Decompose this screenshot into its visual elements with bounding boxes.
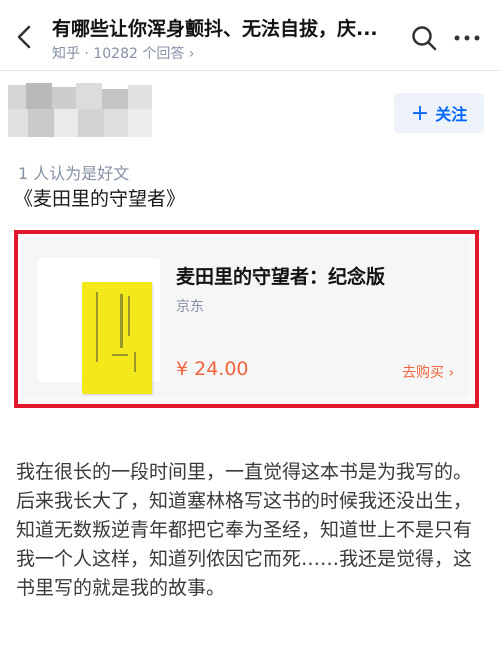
question-meta[interactable]: 知乎 · 10282 个回答 ›	[52, 43, 194, 63]
buy-link[interactable]: 去购买 ›	[402, 362, 454, 382]
more-button[interactable]	[452, 24, 482, 52]
book-cover-image	[38, 258, 160, 394]
top-bar: 有哪些让你浑身颤抖、无法自拔，庆... 知乎 · 10282 个回答 ›	[0, 0, 500, 71]
answer-paragraph: 后来我长大了，知道塞林格写这书的时候我还没出生，知道无数叛逆青年都把它奉为圣经，…	[16, 490, 473, 599]
answer-title: 《麦田里的守望者》	[14, 188, 186, 210]
product-seller: 京东	[176, 299, 204, 315]
more-horizontal-icon	[454, 35, 480, 41]
search-icon	[412, 26, 437, 51]
search-button[interactable]	[410, 24, 438, 52]
answer-body: 我在很长的一段时间里，一直觉得这本书是为我写的。 后来我长大了，知道塞林格写这书…	[16, 458, 490, 603]
product-card[interactable]: 麦田里的守望者：纪念版 京东 ¥ 24.00 去购买 ›	[24, 240, 469, 398]
highlight-frame: 麦田里的守望者：纪念版 京东 ¥ 24.00 去购买 ›	[14, 230, 479, 408]
follow-label: 关注	[435, 105, 468, 124]
product-name: 麦田里的守望者：纪念版	[176, 266, 386, 288]
answer-paragraph: 我在很长的一段时间里，一直觉得这本书是为我写的。	[16, 461, 473, 483]
plus-icon: +	[410, 100, 430, 126]
back-button[interactable]	[10, 22, 40, 52]
author-row: + 关注	[0, 71, 500, 151]
likes-count-text: 1 人认为是好文	[18, 164, 130, 183]
blurred-author-avatar[interactable]	[8, 83, 158, 143]
question-title[interactable]: 有哪些让你浑身颤抖、无法自拔，庆...	[52, 14, 382, 41]
product-price: ¥ 24.00	[176, 358, 249, 380]
book-cover	[82, 282, 152, 394]
follow-button[interactable]: + 关注	[394, 93, 484, 133]
chevron-left-icon	[17, 25, 31, 49]
